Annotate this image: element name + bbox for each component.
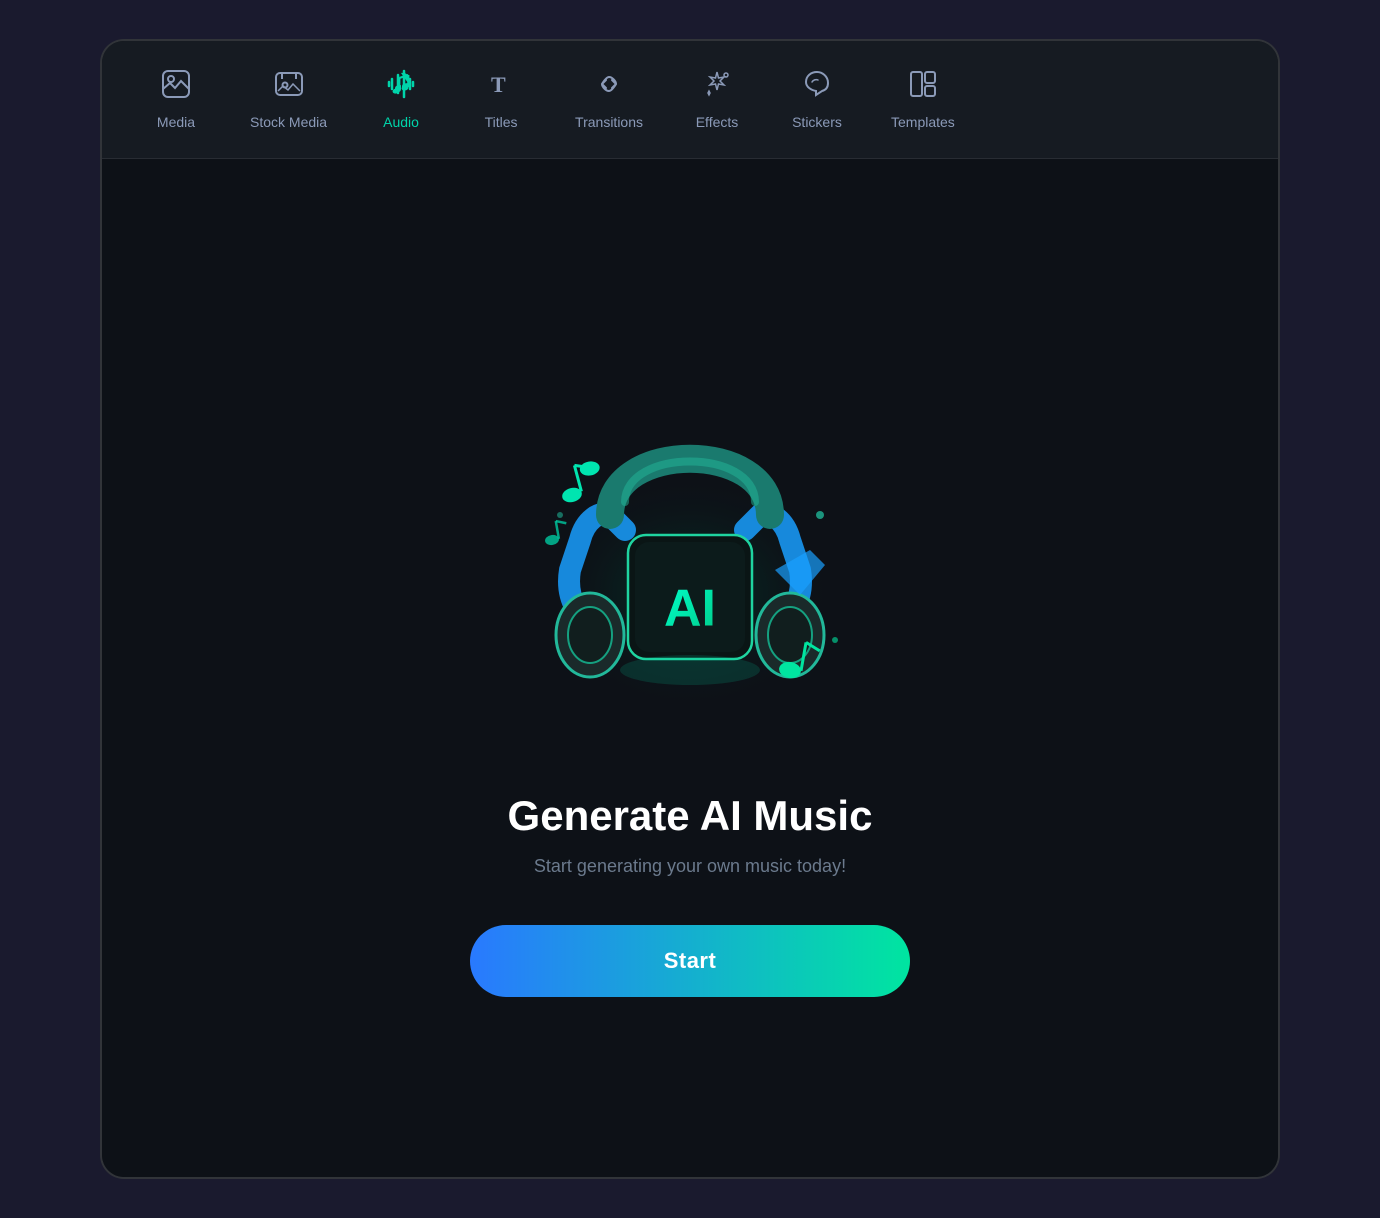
app-container: Media Stock Media xyxy=(100,39,1280,1179)
audio-label: Audio xyxy=(383,114,419,130)
transitions-label: Transitions xyxy=(575,114,643,130)
stock-media-label: Stock Media xyxy=(250,114,327,130)
media-icon xyxy=(161,69,191,106)
svg-text:T: T xyxy=(491,72,506,97)
svg-text:AI: AI xyxy=(664,579,716,637)
toolbar-item-effects[interactable]: Effects xyxy=(667,57,767,142)
toolbar-item-audio[interactable]: Audio xyxy=(351,57,451,142)
media-label: Media xyxy=(157,114,195,130)
templates-icon xyxy=(908,69,938,106)
effects-icon xyxy=(702,69,732,106)
toolbar-item-titles[interactable]: T Titles xyxy=(451,57,551,142)
templates-label: Templates xyxy=(891,114,955,130)
titles-label: Titles xyxy=(485,114,518,130)
toolbar: Media Stock Media xyxy=(102,41,1278,159)
generate-title: Generate AI Music xyxy=(508,792,873,840)
toolbar-item-transitions[interactable]: Transitions xyxy=(551,57,667,142)
stickers-label: Stickers xyxy=(792,114,842,130)
toolbar-item-stickers[interactable]: Stickers xyxy=(767,57,867,142)
toolbar-item-media[interactable]: Media xyxy=(126,57,226,142)
stickers-icon xyxy=(802,69,832,106)
main-content: AI xyxy=(102,159,1278,1177)
start-button[interactable]: Start xyxy=(470,925,910,997)
effects-label: Effects xyxy=(696,114,739,130)
toolbar-item-stock-media[interactable]: Stock Media xyxy=(226,57,351,142)
transitions-icon xyxy=(594,69,624,106)
stock-media-icon xyxy=(274,69,304,106)
hero-illustration: AI xyxy=(480,340,900,760)
audio-icon xyxy=(386,69,416,106)
generate-subtitle: Start generating your own music today! xyxy=(534,856,846,877)
titles-icon: T xyxy=(486,69,516,106)
toolbar-item-templates[interactable]: Templates xyxy=(867,57,979,142)
